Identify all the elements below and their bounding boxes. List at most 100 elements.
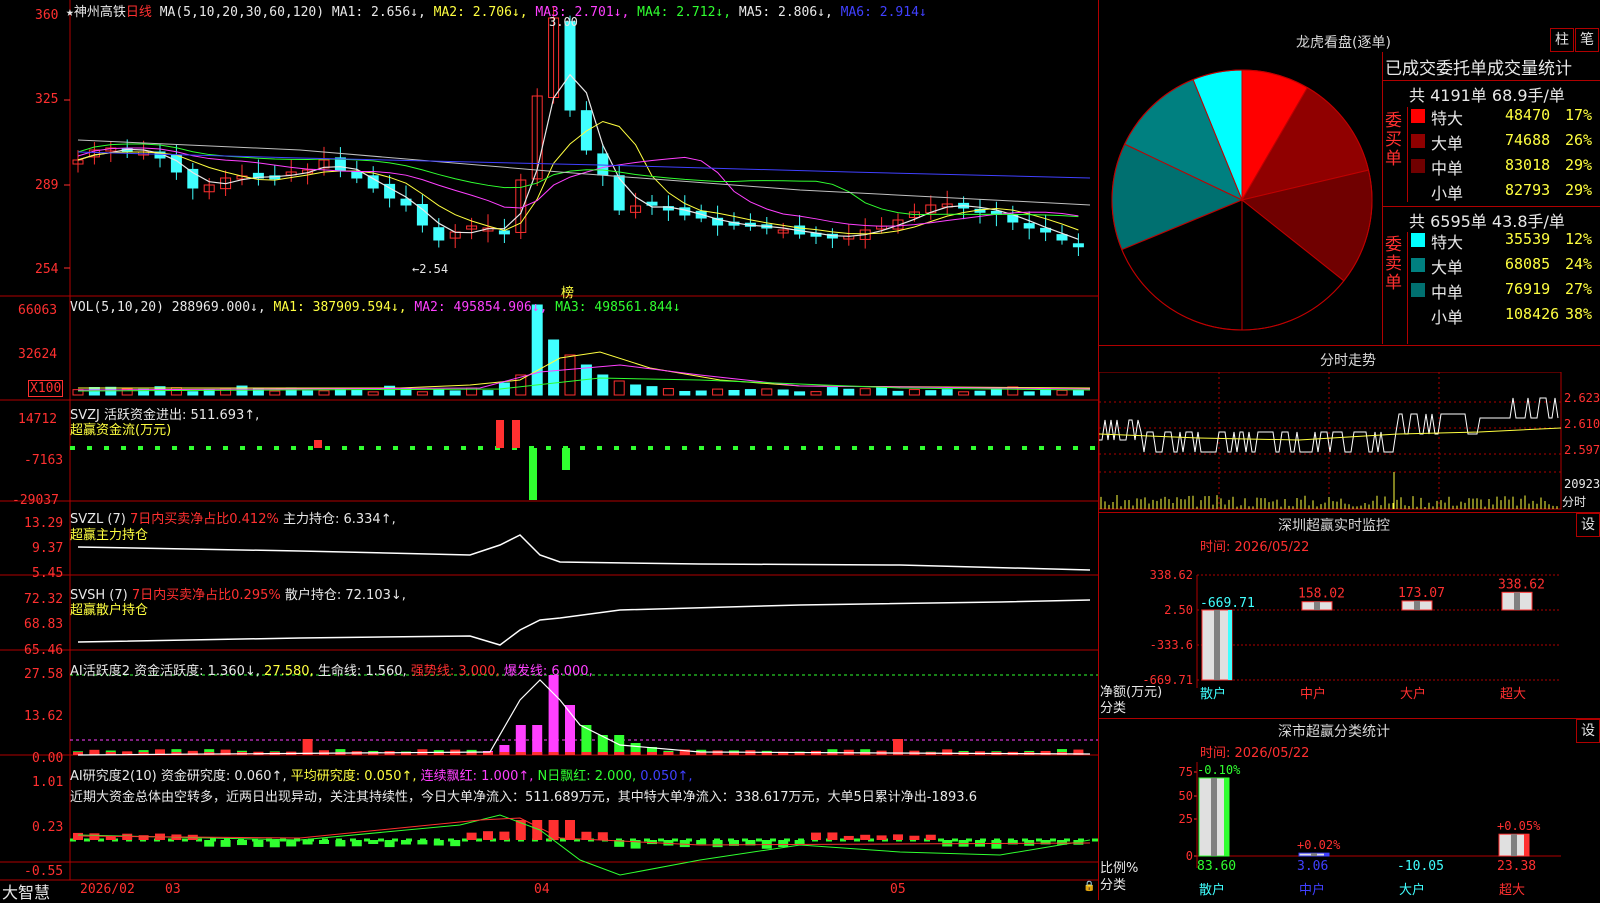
ai2-bar [433, 840, 444, 846]
ai1-base-bar [532, 752, 543, 755]
ai2-bar [712, 840, 723, 848]
ai2-bar [204, 840, 215, 847]
row-pct: 29% [1565, 156, 1593, 174]
sz-class-value-label: 3.06 [1297, 859, 1328, 874]
tick-mode-button[interactable]: 笔 [1575, 28, 1599, 52]
vol-bar [646, 386, 658, 396]
svzl-tick-1: 13.29 [24, 516, 64, 531]
ai1-strong: 强势线: 3.000, [410, 664, 500, 679]
sz-class-bar-edge [1524, 834, 1529, 856]
ai1-header: AI活跃度2 资金活跃度: 1.360↓, 27.580, 生命线: 1.560… [70, 660, 593, 679]
sz-monitor-bar-shade [1414, 600, 1420, 610]
intraday-title: 分时走势 [1320, 353, 1376, 369]
stats-row: 大单 74688 26% [1409, 129, 1599, 153]
intraday-chart[interactable] [1099, 372, 1600, 510]
vol-unit-badge[interactable]: X100 [28, 380, 64, 397]
vol-bar [269, 390, 281, 396]
ma4-value: MA4: 2.712↓, [637, 5, 732, 20]
ma1-value: MA1: 2.656↓, [331, 5, 426, 20]
sz-class-y-tick: 75 [1179, 765, 1193, 779]
candle-body [498, 230, 510, 235]
vol-bar [908, 389, 920, 396]
ai2-bar [220, 840, 231, 847]
ai1-base-bar [499, 752, 510, 755]
row-pct: 24% [1565, 255, 1593, 273]
ai2-bar [253, 840, 264, 847]
sz-class-title: 深市超赢分类统计 [1278, 724, 1390, 740]
ai2-tick-2: 0.23 [32, 820, 64, 835]
stock-name[interactable]: 神州高铁 [74, 5, 126, 20]
sz-class-category: 大户 [1399, 882, 1425, 898]
sz-monitor-value-label: 158.02 [1298, 587, 1345, 602]
ai2-bar [351, 840, 362, 847]
ai2-cont-red: 连续飘红: 1.000↑, [420, 769, 534, 784]
ai2-bar [417, 840, 428, 845]
row-value: 82793 [1505, 181, 1551, 199]
sz-class-y-tick: 50 [1179, 789, 1193, 803]
ai2-bar [1040, 840, 1051, 845]
vol-bar [695, 390, 707, 396]
candle-body [580, 110, 592, 151]
high-price-label: 3.00 [549, 15, 578, 29]
lock-icon[interactable]: 🔒 [1083, 881, 1095, 892]
svzl-line [77, 534, 1091, 571]
intraday-price-line [1099, 397, 1559, 453]
sz-class-value-label: -10.05 [1397, 859, 1444, 874]
legend-swatch [1411, 308, 1425, 322]
ai2-research: 资金研究度: 0.060↑, [160, 769, 287, 784]
vol-bar [859, 388, 871, 396]
svzj-sub: 超赢资金流(万元) [70, 423, 172, 438]
vol-ma2: MA2: 495854.906↓, [414, 300, 548, 315]
ai2-bar [565, 820, 575, 840]
sz-class-settings-button[interactable]: 设 [1576, 719, 1600, 743]
vol-tick-1: 66063 [18, 303, 58, 318]
ma-header: MA(5,10,20,30,60,120) [159, 5, 325, 20]
ai2-extra: 0.050↑, [640, 769, 693, 784]
row-value: 35539 [1505, 230, 1551, 248]
row-name: 大单 [1431, 258, 1464, 277]
sz-monitor-xlabel: 分类 [1100, 701, 1127, 716]
vol-ma1: MA1: 387909.594↓, [273, 300, 407, 315]
period-label[interactable]: 日线 [126, 5, 152, 20]
sz-monitor-settings-button[interactable]: 设 [1576, 513, 1600, 537]
candle-body [1056, 234, 1068, 241]
vol-bar [482, 390, 494, 396]
ai2-bar [302, 840, 313, 845]
sz-class-change-label: +0.05% [1497, 819, 1541, 833]
sz-class-top-border [1099, 718, 1600, 719]
ai1-tick-1: 27.58 [24, 667, 64, 682]
ai2-tick-1: 1.01 [32, 775, 64, 790]
bang-marker[interactable]: 榜 [561, 282, 574, 301]
stats-divider-2 [1383, 206, 1600, 207]
intraday-frame [1099, 372, 1562, 510]
ai1-base-bar [565, 752, 575, 755]
ai1-base-bar [614, 752, 625, 755]
stats-title: 已成交委托单成交量统计 [1385, 59, 1572, 79]
svsh-tick-3: 65.46 [24, 643, 64, 658]
legend-swatch [1411, 233, 1425, 247]
main-header: ★神州高铁日线 MA(5,10,20,30,60,120) MA1: 2.656… [66, 1, 927, 20]
sz-monitor-category: 中户 [1300, 686, 1326, 702]
vol-bar [613, 380, 625, 396]
vol-bar [974, 390, 986, 396]
low-price-label: ←2.54 [412, 262, 449, 276]
sz-monitor-y-tick: 338.62 [1150, 568, 1193, 582]
stats-row: 特大 48470 17% [1409, 104, 1599, 128]
ma6-value: MA6: 2.914↓ [840, 5, 927, 20]
intraday-avg-line [1099, 427, 1562, 441]
sz-class-y-tick: 25 [1179, 812, 1193, 826]
sz-monitor-y-tick: 2.50 [1164, 603, 1193, 617]
sz-monitor-title: 深圳超赢实时监控 [1278, 518, 1390, 534]
brand-logo: 大智慧 [2, 883, 51, 902]
ai1-value: 27.580, [264, 664, 314, 679]
svzj-bar [314, 440, 322, 448]
vol-bar [367, 391, 379, 396]
candle-body [1072, 243, 1084, 248]
svzj-tick-1: 14712 [18, 412, 58, 427]
intraday-price-1: 2.623 [1564, 391, 1600, 405]
sell-label: 委卖单 [1385, 235, 1402, 293]
row-value: 83018 [1505, 156, 1551, 174]
ai2-bar [483, 831, 493, 840]
ai2-n-red: N日飘红: 2.000, [537, 769, 637, 784]
bar-mode-button[interactable]: 柱 [1550, 28, 1574, 52]
